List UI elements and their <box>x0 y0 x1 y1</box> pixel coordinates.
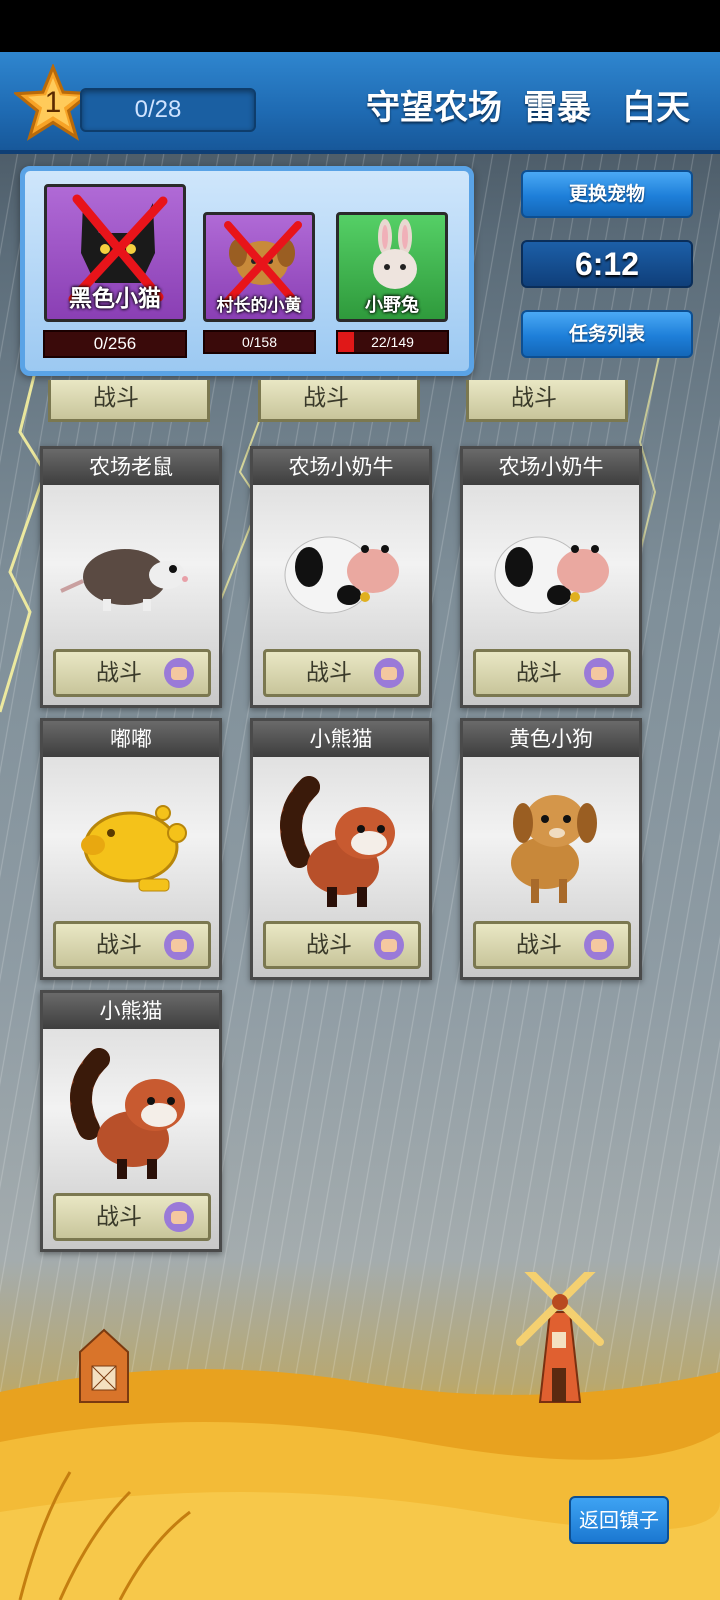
enemy-name: 小熊猫 <box>43 993 219 1029</box>
enemy-card: 农场小奶牛 战斗 <box>250 446 432 708</box>
enemy-name: 农场小奶牛 <box>253 449 429 485</box>
task-list-button[interactable]: 任务列表 <box>521 310 693 358</box>
pet-name: 黑色小猫 <box>69 286 161 312</box>
return-to-town-button[interactable]: 返回镇子 <box>569 1496 669 1544</box>
fight-button[interactable]: 战斗 <box>263 921 421 969</box>
fist-icon <box>374 930 404 960</box>
enemy-name: 嘟嘟 <box>43 721 219 757</box>
fight-button[interactable]: 战斗 <box>473 649 631 697</box>
enemy-name: 农场老鼠 <box>43 449 219 485</box>
red-panda-icon <box>280 776 395 907</box>
fight-button[interactable]: 战斗 <box>473 921 631 969</box>
enemy-card: 小熊猫 战斗 <box>40 990 222 1252</box>
top-bar: 1 0/28 <box>0 52 720 154</box>
weather-label: 雷暴 <box>523 88 591 128</box>
status-bar <box>0 0 720 52</box>
pet-name: 村长的小黄 <box>216 296 302 316</box>
barn-icon <box>79 1328 129 1403</box>
fight-button[interactable]: 战斗 <box>258 380 420 422</box>
pet-name: 小野兔 <box>365 295 419 316</box>
fist-icon <box>164 1202 194 1232</box>
fight-button[interactable]: 战斗 <box>53 921 211 969</box>
pet-card-black-cat[interactable]: 黑色小猫 <box>44 184 186 322</box>
enemy-card: 农场老鼠 战斗 <box>40 446 222 708</box>
fist-icon <box>584 658 614 688</box>
rabbit-icon <box>373 219 417 289</box>
pet-hp-bar: 0/256 <box>43 330 187 358</box>
time-of-day-label: 白天 <box>622 88 690 128</box>
enemy-name: 黄色小狗 <box>463 721 639 757</box>
enemy-card: 嘟嘟 战斗 <box>40 718 222 980</box>
enemy-name: 小熊猫 <box>253 721 429 757</box>
enemy-name: 农场小奶牛 <box>463 449 639 485</box>
windmill-icon <box>516 1272 604 1403</box>
fist-icon <box>584 930 614 960</box>
enemy-card: 农场小奶牛 战斗 <box>460 446 642 708</box>
fight-button[interactable]: 战斗 <box>263 649 421 697</box>
opossum-icon <box>60 549 188 611</box>
pet-hp-text: 0/256 <box>93 334 137 353</box>
fight-button[interactable]: 战斗 <box>53 1193 211 1241</box>
enemy-card: 小熊猫 战斗 <box>250 718 432 980</box>
fight-button[interactable]: 战斗 <box>53 649 211 697</box>
pet-hp-bar: 0/158 <box>203 330 316 354</box>
pet-hp-text: 0/158 <box>241 334 278 350</box>
fight-button[interactable]: 战斗 <box>466 380 628 422</box>
pet-hp-text: 22/149 <box>371 334 414 350</box>
fist-icon <box>164 658 194 688</box>
countdown-timer: 6:12 <box>521 240 693 288</box>
change-pet-button[interactable]: 更换宠物 <box>521 170 693 218</box>
cow-icon <box>494 536 609 614</box>
pet-card-wild-rabbit[interactable]: 小野兔 <box>336 212 448 322</box>
xp-progress-text: 0/28 <box>134 96 182 123</box>
cow-icon <box>284 536 399 614</box>
enemy-card: 黄色小狗 战斗 <box>460 718 642 980</box>
pet-hp-bar: 22/149 <box>336 330 449 354</box>
red-panda-icon <box>70 1048 185 1179</box>
gold-piggy-icon <box>81 805 187 892</box>
puppy-icon <box>511 795 597 903</box>
pet-card-chief-dog[interactable]: 村长的小黄 <box>203 212 315 322</box>
farm-name: 守望农场 <box>366 88 502 128</box>
fight-button[interactable]: 战斗 <box>48 380 210 422</box>
fist-icon <box>164 930 194 960</box>
wheat-field-illustration <box>0 1272 720 1600</box>
fist-icon <box>374 658 404 688</box>
